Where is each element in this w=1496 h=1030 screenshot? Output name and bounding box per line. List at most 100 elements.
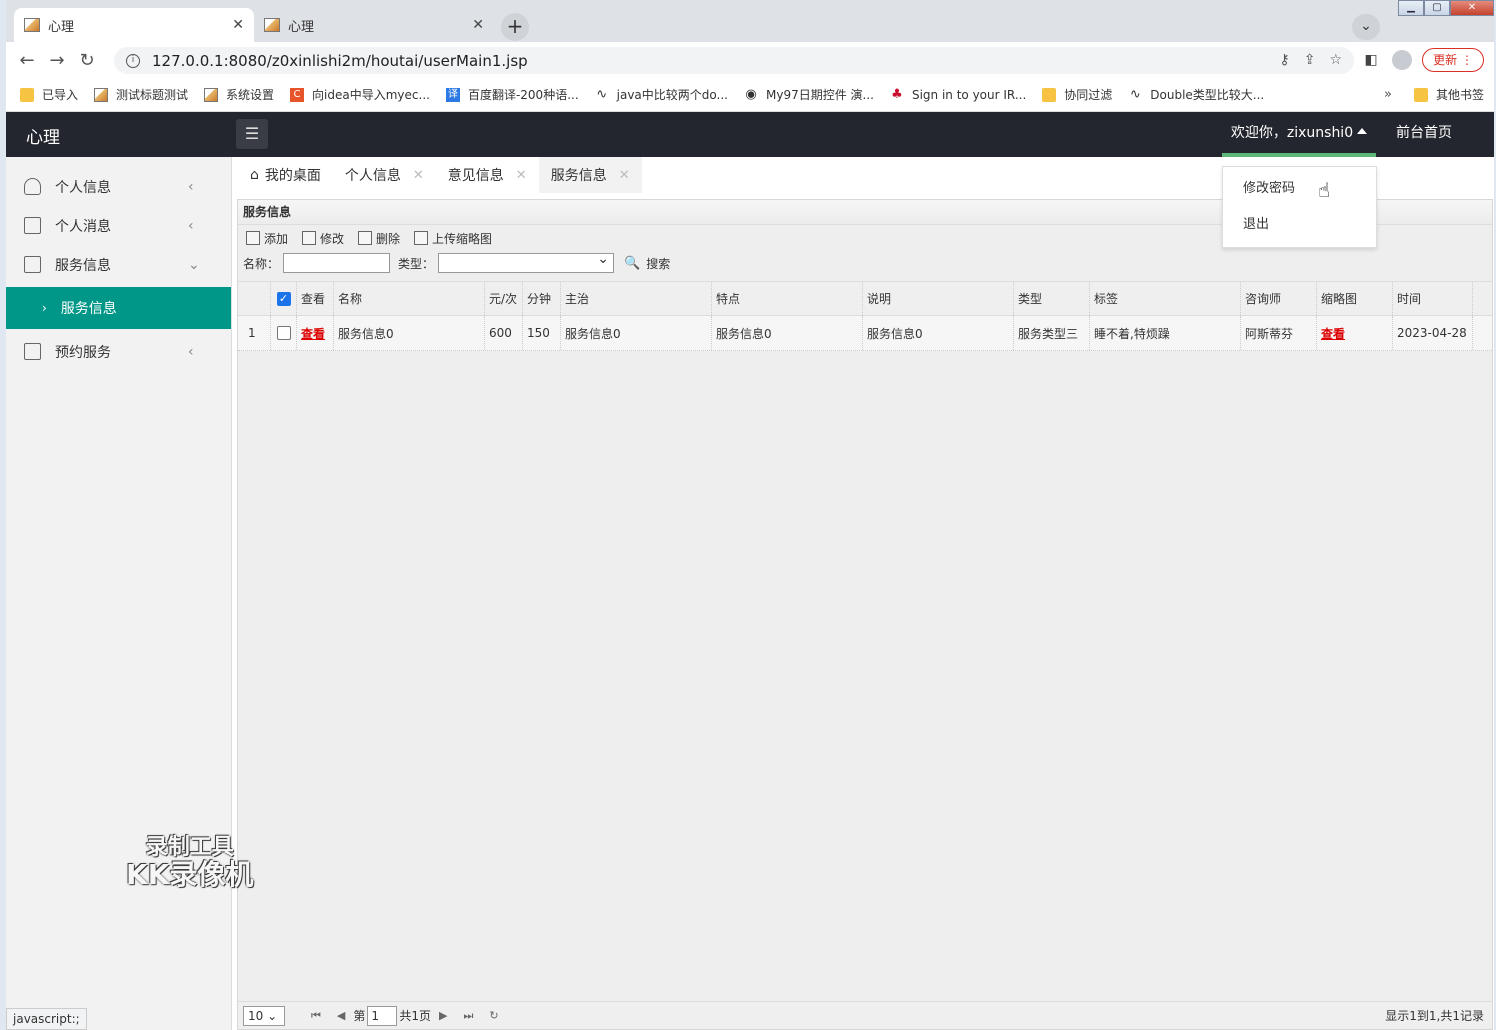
thumbnail-link[interactable]: 查看 (1317, 316, 1393, 350)
reload-icon[interactable]: ↻ (72, 50, 102, 71)
select-all-checkbox[interactable]: ✓ (271, 282, 297, 315)
page-size-select[interactable]: 10 ⌄ (243, 1005, 285, 1026)
bookmark-item[interactable]: 译百度翻译-200种语... (445, 86, 579, 103)
tab-search-icon[interactable]: ⌄ (1352, 14, 1380, 40)
delete-button[interactable]: 删除 (358, 230, 400, 247)
column-header[interactable]: 类型 (1014, 282, 1090, 315)
bookmark-item[interactable]: ∿ Double类型比较大... (1128, 86, 1264, 103)
front-home-link[interactable]: 前台首页 (1396, 112, 1452, 157)
column-header[interactable]: 缩略图 (1317, 282, 1393, 315)
bookmark-item[interactable]: ∿ java中比较两个do... (595, 86, 728, 103)
close-icon[interactable]: ✕ (619, 168, 630, 183)
tab-services[interactable]: 服务信息 ✕ (538, 157, 642, 193)
bookmark-item[interactable]: C 向idea中导入myec... (290, 86, 430, 103)
bookmark-item[interactable]: 已导入 (20, 86, 78, 103)
column-header[interactable]: 分钟 (523, 282, 561, 315)
user-dropdown-menu: 修改密码 退出 (1222, 166, 1377, 248)
forward-icon[interactable]: → (42, 50, 72, 71)
close-icon[interactable]: ✕ (413, 168, 424, 183)
search-button[interactable]: 🔍 搜索 (624, 255, 670, 272)
key-icon[interactable]: ⚷ (1279, 52, 1289, 68)
column-header[interactable]: 说明 (863, 282, 1014, 315)
bookmark-label: Sign in to your IR... (911, 87, 1027, 102)
name-search-input[interactable] (283, 253, 391, 273)
search-label: 搜索 (646, 256, 671, 271)
bookmark-item[interactable]: 测试标题测试 (94, 86, 188, 103)
column-header[interactable]: 主治 (561, 282, 712, 315)
star-icon[interactable]: ☆ (1329, 52, 1342, 68)
tab-desktop[interactable]: ⌂ 我的桌面 (238, 157, 333, 193)
browser-tab-2[interactable]: 心理 ✕ (254, 8, 494, 42)
column-header[interactable]: 咨询师 (1241, 282, 1317, 315)
feature-cell: 服务信息0 (712, 316, 863, 350)
site-info-icon[interactable]: i (126, 53, 140, 68)
back-icon[interactable]: ← (12, 50, 42, 71)
sidebar-item-profile[interactable]: 个人信息 ‹ (6, 167, 231, 206)
bookmark-item[interactable]: ♣ Sign in to your IR... (890, 86, 1027, 102)
thumbnail-link-text[interactable]: 查看 (1321, 325, 1345, 342)
window-close-icon[interactable]: ✕ (1450, 0, 1494, 16)
view-link-text[interactable]: 查看 (301, 325, 325, 342)
sidebar-item-services[interactable]: 服务信息 ⌄ (6, 245, 231, 284)
counselor-cell: 阿斯蒂芬 (1241, 316, 1317, 350)
browser-tab-1[interactable]: 心理 ✕ (14, 8, 254, 42)
update-button[interactable]: 更新 ⋮ (1422, 48, 1484, 72)
last-page-icon[interactable]: ⏭ (464, 1009, 474, 1023)
column-header[interactable]: 特点 (712, 282, 863, 315)
glyph-icon: ∿ (1129, 86, 1141, 102)
user-icon (24, 178, 41, 195)
browser-tab-title: 心理 (48, 19, 75, 35)
row-checkbox[interactable] (271, 316, 297, 350)
refresh-icon[interactable]: ↻ (489, 1009, 498, 1022)
other-bookmarks[interactable]: 其他书签 (1413, 86, 1484, 103)
first-page-icon[interactable]: ⏮ (311, 1009, 321, 1023)
view-link[interactable]: 查看 (297, 316, 334, 350)
table-row[interactable]: 1 查看 服务信息0 600 150 服务信息0 服务信息0 服务信息0 服务类… (238, 316, 1492, 351)
type-select[interactable] (438, 251, 615, 273)
minimize-icon[interactable]: ▁ (1398, 0, 1424, 16)
column-header[interactable]: 标签 (1090, 282, 1241, 315)
tab-label: 个人信息 (344, 168, 401, 184)
edit-button[interactable]: 修改 (302, 230, 344, 247)
maple-leaf-icon: ♣ (891, 86, 903, 102)
logout-item[interactable]: 退出 (1223, 207, 1376, 243)
column-header[interactable]: 时间 (1393, 282, 1473, 315)
delete-label: 删除 (376, 231, 401, 246)
sidebar-subitem-services[interactable]: › 服务信息 (6, 287, 231, 329)
tab-profile[interactable]: 个人信息 ✕ (333, 157, 436, 193)
next-page-icon[interactable]: ▶ (439, 1009, 447, 1022)
bookmark-item[interactable]: 协同过滤 (1042, 86, 1112, 103)
bookmarks-more-icon[interactable]: » (1384, 87, 1392, 102)
sidebar-item-appointments[interactable]: 预约服务 ‹ (6, 332, 231, 371)
browser-tab-strip: 心理 ✕ 心理 ✕ + ⌄ ▁ ▢ ✕ (6, 0, 1494, 42)
column-header[interactable]: 元/次 (485, 282, 523, 315)
new-tab-button[interactable]: + (501, 13, 529, 41)
menu-toggle-icon[interactable]: ☰ (236, 119, 268, 149)
column-header[interactable]: 查看 (297, 282, 334, 315)
address-bar[interactable]: i 127.0.0.1:8080/z0xinlishi2m/houtai/use… (114, 47, 1354, 74)
close-tab-icon[interactable]: ✕ (232, 17, 244, 33)
image-icon (94, 87, 109, 102)
bookmark-label: java中比较两个do... (616, 88, 728, 102)
side-panel-icon[interactable]: ◧ (1360, 52, 1382, 68)
tab-feedback[interactable]: 意见信息 ✕ (436, 157, 539, 193)
upload-thumbnail-button[interactable]: 上传缩略图 (414, 230, 492, 247)
share-icon[interactable]: ⇪ (1304, 52, 1316, 68)
sidebar-item-messages[interactable]: 个人消息 ‹ (6, 206, 231, 245)
close-icon[interactable]: ✕ (516, 168, 527, 183)
profile-avatar-icon[interactable] (1392, 50, 1413, 70)
watermark-line1: 录制工具 (145, 835, 234, 860)
browser-toolbar: ← → ↻ i 127.0.0.1:8080/z0xinlishi2m/hout… (6, 42, 1494, 78)
chevron-down-icon: ⌄ (188, 256, 200, 273)
column-header[interactable]: 名称 (334, 282, 485, 315)
add-button[interactable]: 添加 (246, 230, 288, 247)
maximize-icon[interactable]: ▢ (1424, 0, 1450, 16)
close-tab-icon[interactable]: ✕ (472, 17, 484, 33)
page-number-input[interactable]: 1 (367, 1005, 398, 1026)
prev-page-icon[interactable]: ◀ (337, 1009, 345, 1022)
change-password-item[interactable]: 修改密码 (1223, 171, 1376, 207)
bookmark-item[interactable]: ◉ My97日期控件 演... (744, 86, 874, 103)
caret-up-icon (1357, 128, 1368, 134)
user-menu[interactable]: 欢迎你，zixunshi0 (1222, 112, 1376, 157)
bookmark-item[interactable]: 系统设置 (204, 86, 274, 103)
